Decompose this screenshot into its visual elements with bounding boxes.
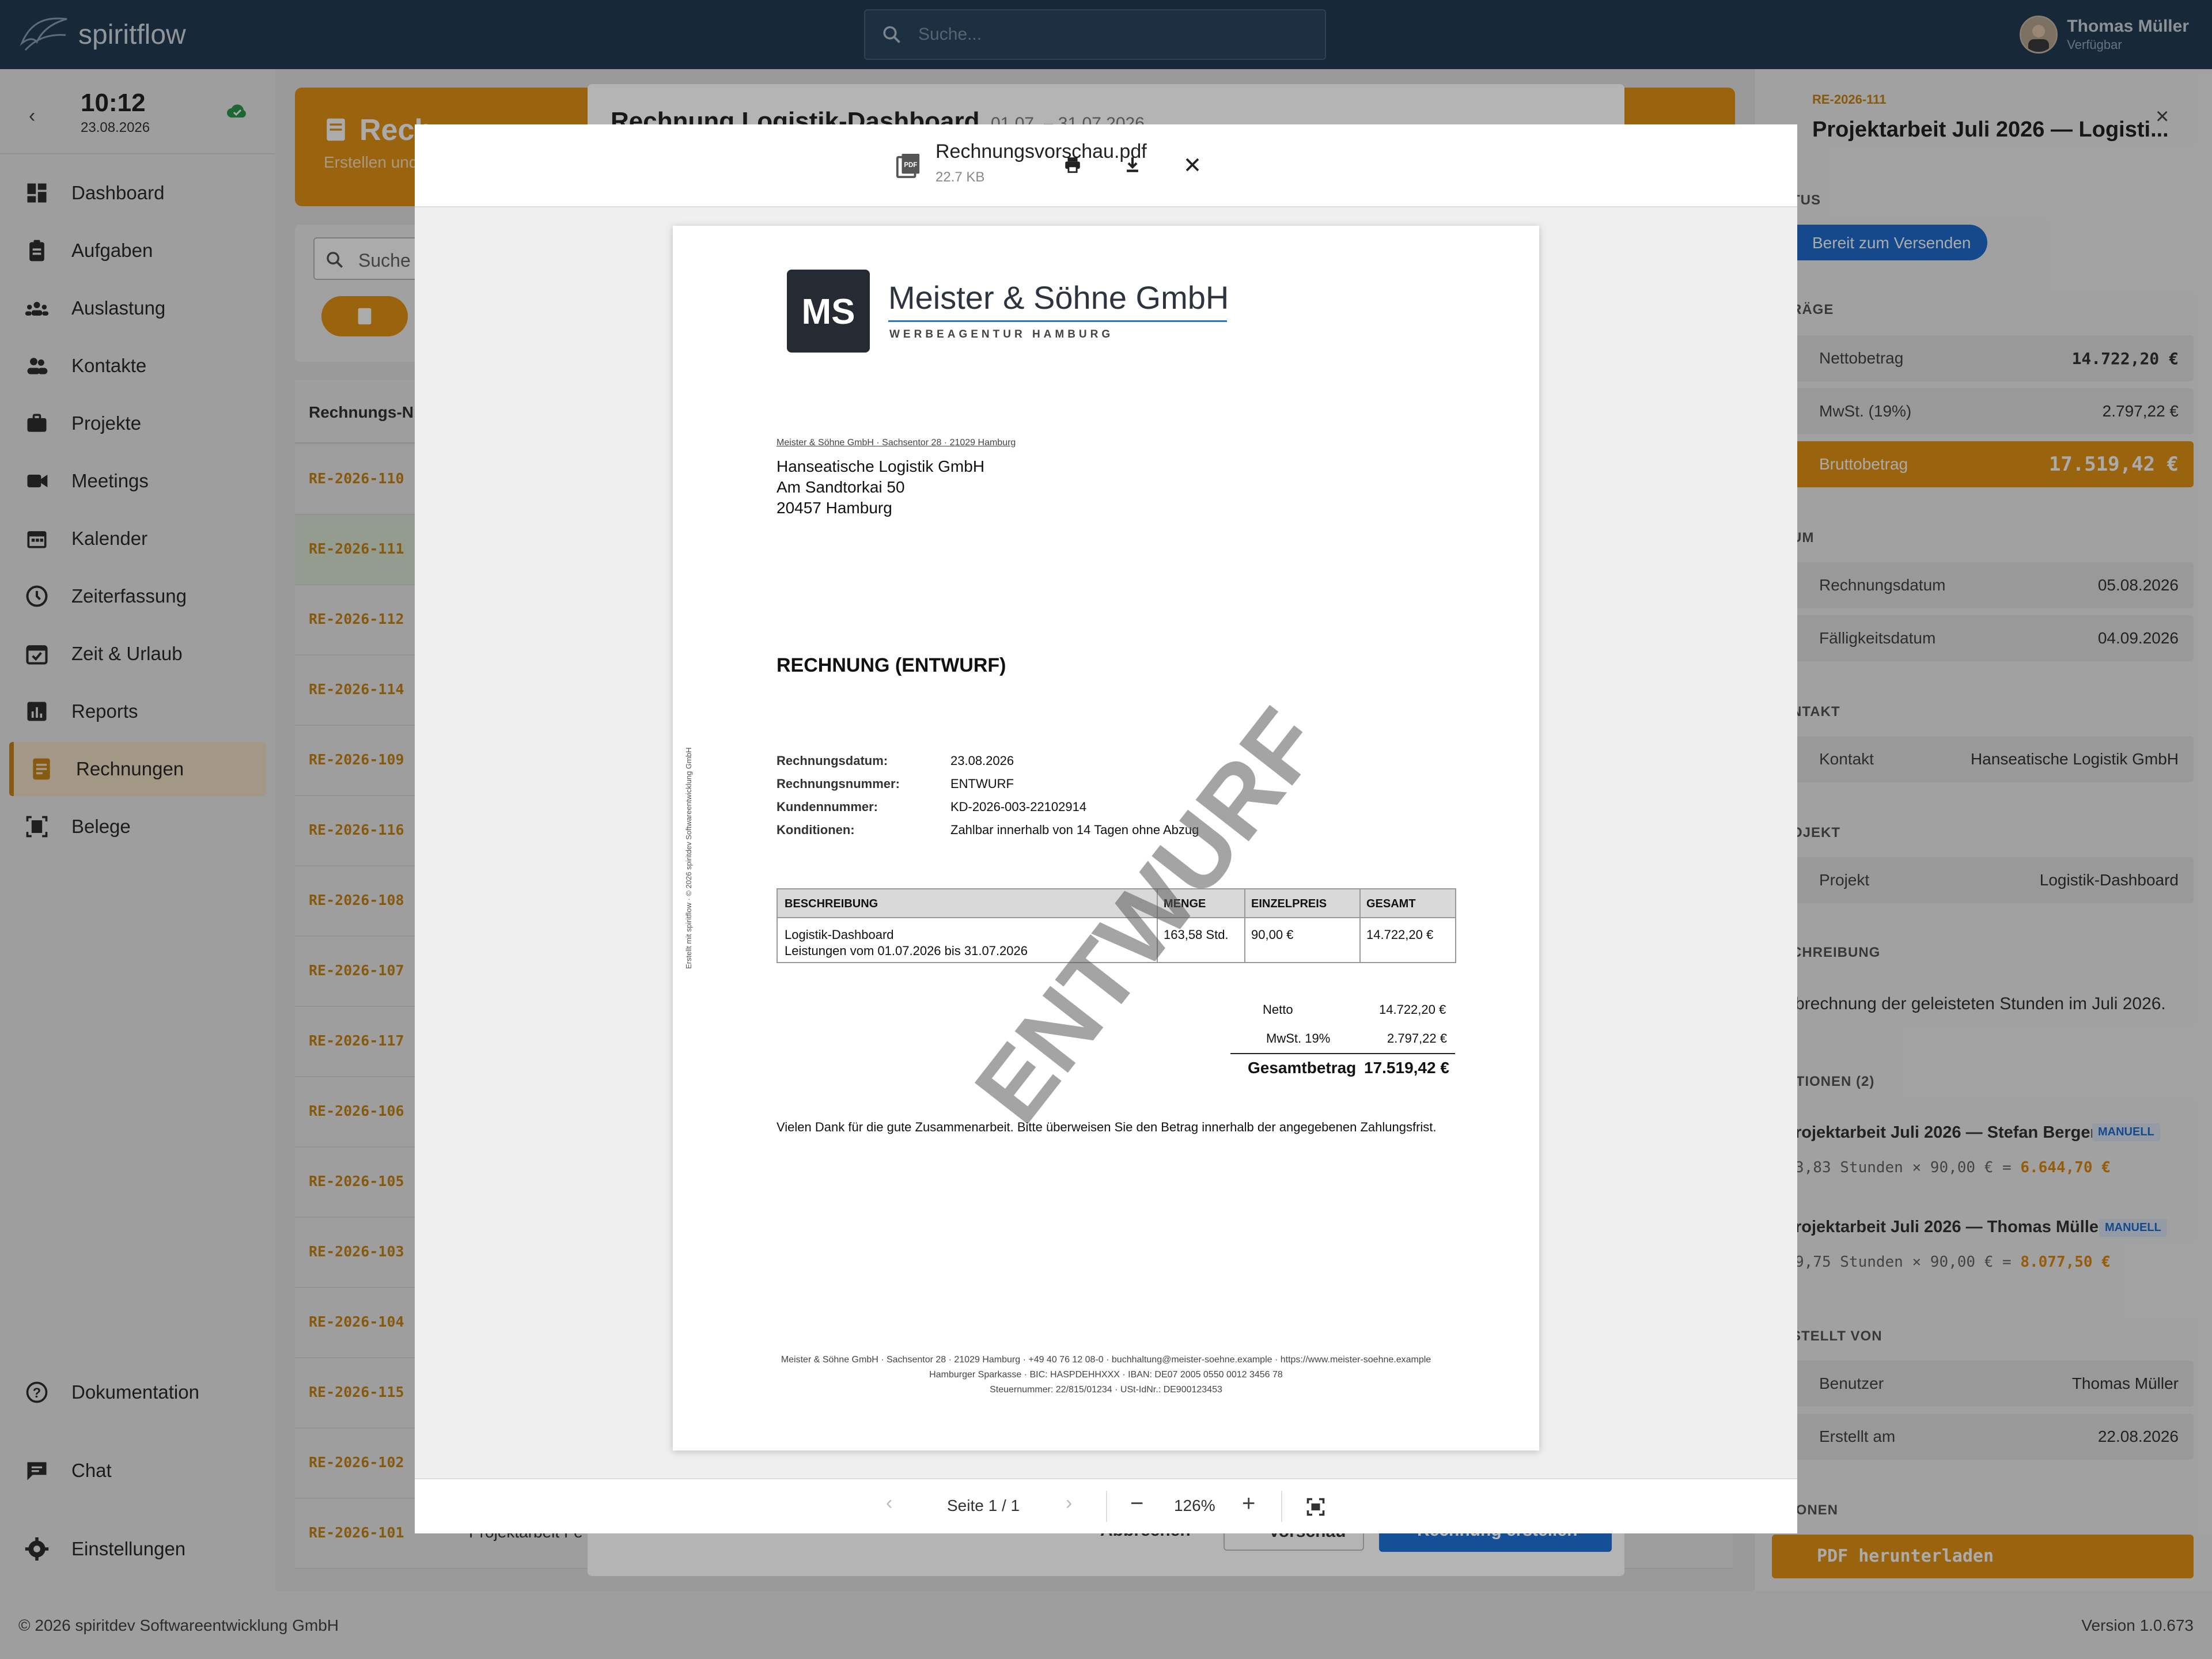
netto-label: Netto	[1263, 1002, 1293, 1017]
invoice-title: RECHNUNG (ENTWURF)	[777, 654, 1006, 676]
mwst-label: MwSt. 19%	[1266, 1031, 1331, 1046]
meta-value: 23.08.2026	[950, 753, 1014, 768]
recipient-line: 20457 Hamburg	[777, 499, 892, 517]
close-icon	[1185, 158, 1199, 172]
footer-line: Steuernummer: 22/815/01234 · USt-IdNr.: …	[990, 1385, 1222, 1395]
table-header-cell: GESAMT	[1366, 897, 1416, 910]
download-icon	[1127, 157, 1138, 172]
recipient-line: Am Sandtorkai 50	[777, 478, 905, 496]
pdf-page: MS Meister & Söhne GmbH WERBEAGENTUR HAM…	[673, 226, 1539, 1450]
company-tagline: WERBEAGENTUR HAMBURG	[889, 328, 1114, 340]
meta-label: Rechnungsnummer:	[777, 777, 900, 791]
side-note: Erstellt mit spiritflow · © 2026 spiritd…	[684, 747, 693, 969]
fit-page-icon[interactable]	[1305, 1497, 1326, 1517]
table-cell: Leistungen vom 01.07.2026 bis 31.07.2026	[785, 944, 1028, 958]
meta-label: Rechnungsdatum:	[777, 753, 888, 768]
mwst-value: 2.797,22 €	[1387, 1031, 1447, 1046]
zoom-out-icon[interactable]: −	[1130, 1491, 1143, 1517]
total-value: 17.519,42 €	[1364, 1059, 1449, 1077]
meta-label: Konditionen:	[777, 823, 855, 837]
viewer-header: PDF Rechnungsvorschau.pdf 22.7 KB	[415, 124, 1797, 207]
sender-line: Meister & Söhne GmbH · Sachsentor 28 · 2…	[777, 438, 1016, 448]
pdf-file-icon: PDF	[896, 154, 920, 179]
company-logo: MS	[787, 270, 870, 353]
print-icon	[1065, 157, 1080, 173]
table-cell: 90,00 €	[1251, 927, 1294, 942]
print-button[interactable]	[1055, 147, 1090, 182]
page-indicator: Seite 1 / 1	[947, 1497, 1020, 1514]
thanks-text: Vielen Dank für die gute Zusammenarbeit.…	[777, 1120, 1437, 1134]
total-label: Gesamtbetrag	[1248, 1059, 1357, 1077]
footer-line: Hamburger Sparkasse · BIC: HASPDEHHXXX ·…	[929, 1370, 1283, 1380]
download-button[interactable]	[1115, 147, 1150, 182]
prev-page-icon[interactable]: ‹	[886, 1492, 892, 1514]
meta-value: ENTWURF	[950, 777, 1014, 791]
zoom-in-icon[interactable]: +	[1242, 1491, 1255, 1517]
netto-value: 14.722,20 €	[1379, 1002, 1446, 1017]
close-viewer-button[interactable]	[1175, 147, 1210, 182]
svg-text:PDF: PDF	[904, 162, 917, 169]
viewer-toolbar: ‹ Seite 1 / 1 › − 126% +	[415, 1478, 1797, 1533]
meta-value: KD-2026-003-22102914	[950, 800, 1087, 814]
meta-label: Kundennummer:	[777, 800, 878, 814]
viewer-filesize: 22.7 KB	[935, 169, 985, 185]
company-name: Meister & Söhne GmbH	[888, 279, 1229, 316]
next-page-icon[interactable]: ›	[1066, 1492, 1072, 1514]
table-header-cell: BESCHREIBUNG	[785, 897, 878, 910]
table-cell: Logistik-Dashboard	[785, 927, 894, 942]
table-header-cell: EINZELPREIS	[1251, 897, 1327, 910]
footer-line: Meister & Söhne GmbH · Sachsentor 28 · 2…	[781, 1355, 1431, 1365]
zoom-level: 126%	[1174, 1497, 1215, 1514]
recipient-line: Hanseatische Logistik GmbH	[777, 457, 985, 475]
table-cell: 14.722,20 €	[1366, 927, 1434, 942]
